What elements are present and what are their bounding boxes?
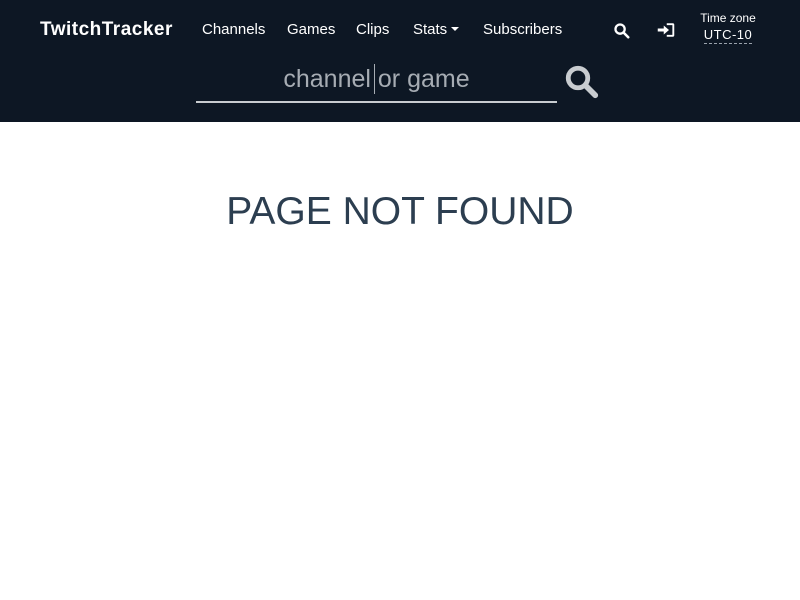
search-input[interactable] [196,60,557,98]
sign-in-button[interactable] [656,20,676,40]
search-box [196,56,557,103]
nav-link-channels[interactable]: Channels [202,20,265,40]
sign-in-icon [657,23,675,37]
timezone-label: Time zone [700,11,756,25]
timezone-selector[interactable]: UTC-10 [698,27,758,44]
search-icon [565,65,599,99]
nav-link-games[interactable]: Games [287,20,335,40]
search-submit-button[interactable] [563,63,601,101]
search-icon [613,22,630,39]
nav-link-clips[interactable]: Clips [356,20,389,40]
text-cursor [374,64,375,94]
page-title: PAGE NOT FOUND [226,190,574,233]
nav-search-button[interactable] [611,20,631,40]
nav-link-stats-dropdown[interactable]: Stats [413,20,460,40]
caret-down-icon [451,27,460,32]
timezone-value: UTC-10 [703,27,753,44]
nav-link-stats-label: Stats [413,21,448,38]
nav-link-subscribers[interactable]: Subscribers [483,20,562,40]
main-content: PAGE NOT FOUND [0,122,800,600]
brand-logo[interactable]: TwitchTracker [40,18,173,42]
top-navbar: TwitchTracker Channels Games Clips Stats… [0,0,800,122]
